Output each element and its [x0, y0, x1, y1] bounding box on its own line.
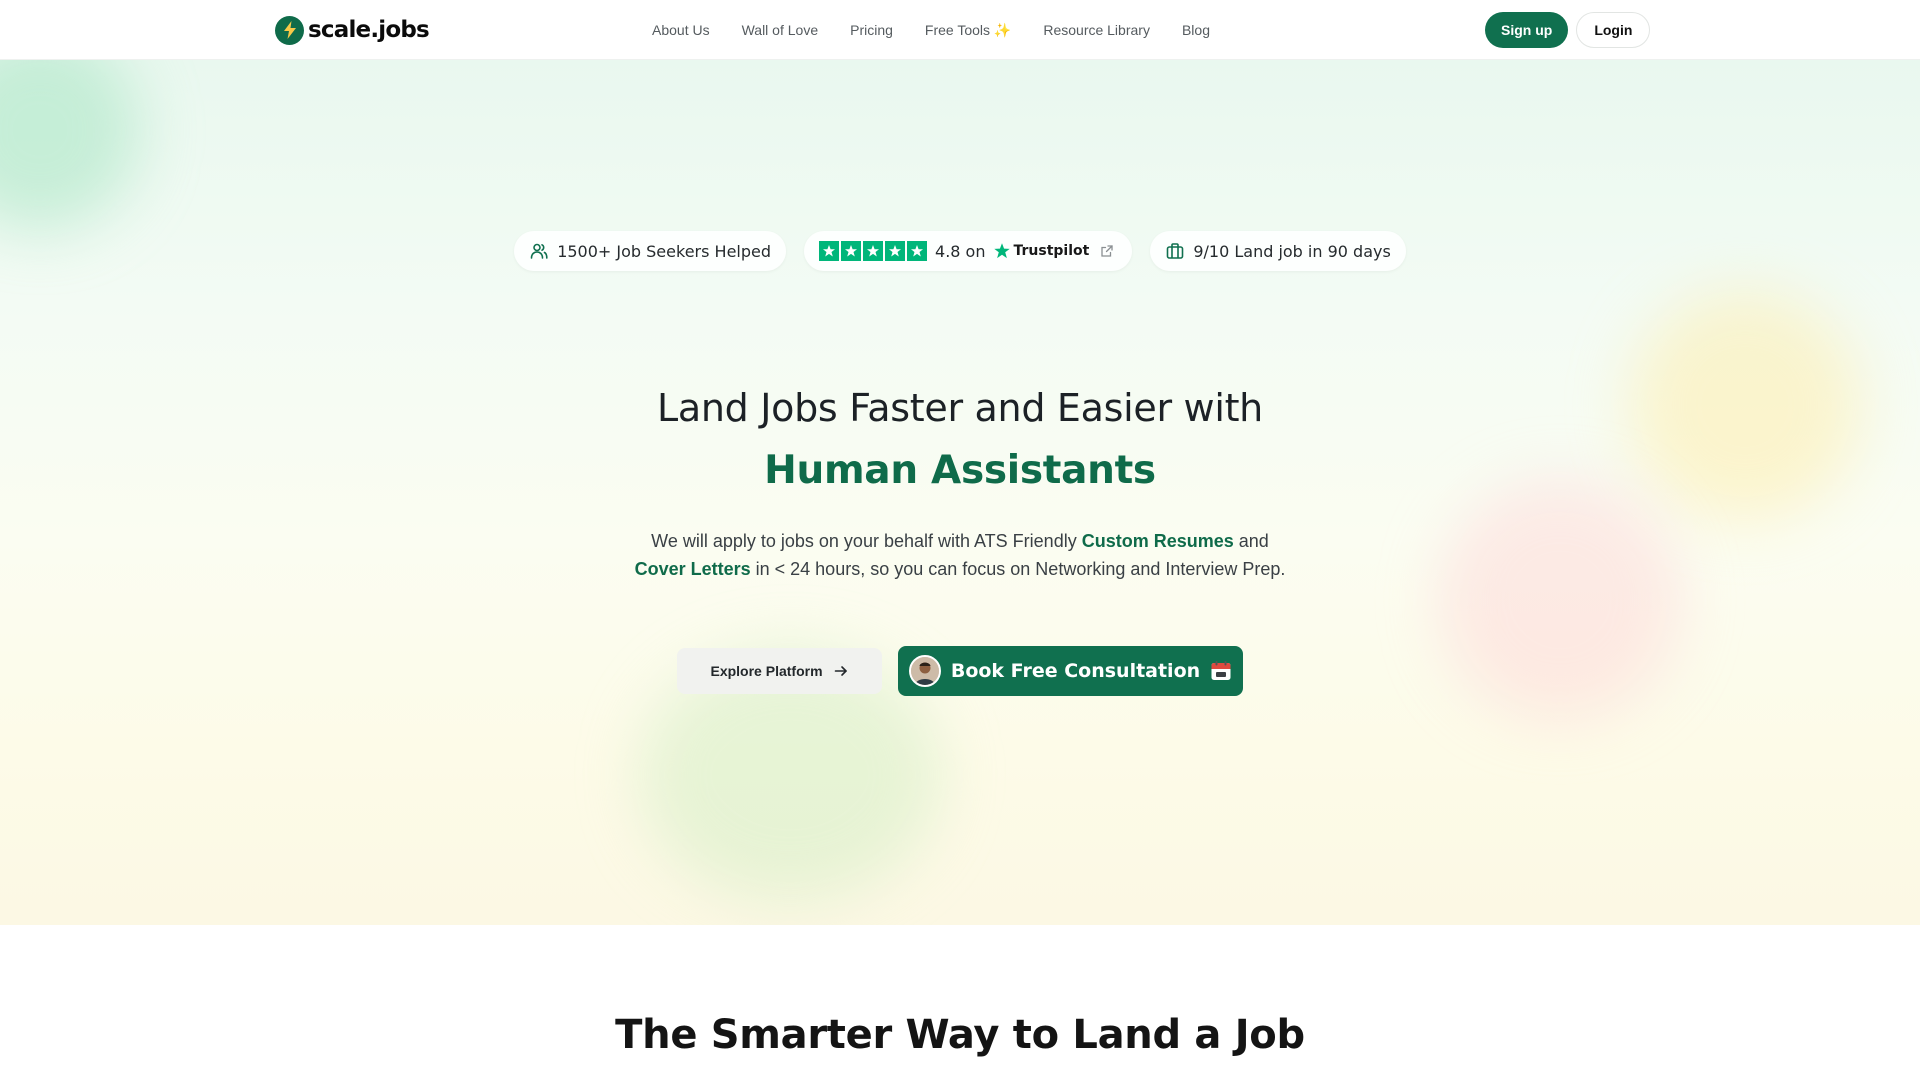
signup-button[interactable]: Sign up	[1485, 12, 1569, 48]
explore-platform-button[interactable]: Explore Platform	[677, 648, 882, 694]
explore-platform-label: Explore Platform	[710, 663, 823, 679]
header-actions: Sign up Login	[1485, 12, 1651, 48]
logo-text: scale.jobs	[308, 17, 430, 43]
nav-blog[interactable]: Blog	[1182, 22, 1210, 38]
stat-seekers-text: 1500+ Job Seekers Helped	[557, 241, 772, 261]
decorative-blob	[0, 60, 140, 230]
subtitle-highlight-resumes: Custom Resumes	[1081, 531, 1234, 551]
stat-land-rate-text: 9/10 Land job in 90 days	[1193, 241, 1391, 261]
rating-value: 4.8 on	[935, 241, 986, 261]
book-consultation-button[interactable]: Book Free Consultation	[898, 646, 1243, 696]
star-icon	[885, 241, 906, 261]
stat-trustpilot-rating[interactable]: 4.8 on Trustpilot	[804, 231, 1133, 271]
trustpilot-star-icon	[994, 243, 1011, 259]
briefcase-icon	[1165, 241, 1185, 261]
hero-title: Land Jobs Faster and Easier with	[657, 386, 1263, 430]
site-header: scale.jobs About Us Wall of Love Pricing…	[0, 0, 1920, 60]
hero-subtitle: We will apply to jobs on your behalf wit…	[560, 527, 1360, 583]
star-icon	[863, 241, 884, 261]
book-consultation-label: Book Free Consultation	[950, 660, 1201, 682]
calendar-icon	[1210, 660, 1232, 682]
subtitle-text: and	[1233, 531, 1269, 551]
trustpilot-logo: Trustpilot	[993, 242, 1089, 260]
consultant-avatar	[908, 655, 941, 687]
trustpilot-stars	[819, 241, 928, 261]
external-link-icon	[1097, 241, 1117, 261]
subtitle-highlight-cover-letters: Cover Letters	[634, 559, 751, 579]
main-nav: About Us Wall of Love Pricing Free Tools…	[652, 0, 1210, 60]
logo-link[interactable]: scale.jobs	[275, 15, 430, 45]
subtitle-text: in < 24 hours, so you can focus on Netwo…	[750, 559, 1286, 579]
star-icon	[819, 241, 840, 261]
cta-row: Explore Platform Book Free Consultation	[677, 646, 1243, 696]
hero-title-accent: Human Assistants	[764, 448, 1156, 493]
lightning-bolt-icon	[275, 15, 304, 45]
subtitle-text: We will apply to jobs on your behalf wit…	[651, 531, 1082, 551]
nav-resource-library[interactable]: Resource Library	[1043, 22, 1150, 38]
nav-wall-of-love[interactable]: Wall of Love	[742, 22, 819, 38]
decorative-blob	[1440, 480, 1680, 720]
stats-row: 1500+ Job Seekers Helped 4.8 on Trustpil…	[0, 231, 1920, 271]
section-title: The Smarter Way to Land a Job	[615, 1012, 1305, 1058]
login-button[interactable]: Login	[1576, 12, 1651, 48]
star-icon	[841, 241, 862, 261]
users-icon	[529, 241, 549, 261]
trustpilot-brand-text: Trustpilot	[1013, 243, 1090, 259]
stat-seekers: 1500+ Job Seekers Helped	[514, 231, 787, 271]
stat-land-rate: 9/10 Land job in 90 days	[1150, 231, 1406, 271]
nav-free-tools[interactable]: Free Tools ✨	[925, 22, 1011, 39]
star-icon	[907, 241, 928, 261]
nav-about-us[interactable]: About Us	[652, 22, 710, 38]
nav-pricing[interactable]: Pricing	[850, 22, 893, 38]
arrow-right-icon	[833, 663, 849, 679]
